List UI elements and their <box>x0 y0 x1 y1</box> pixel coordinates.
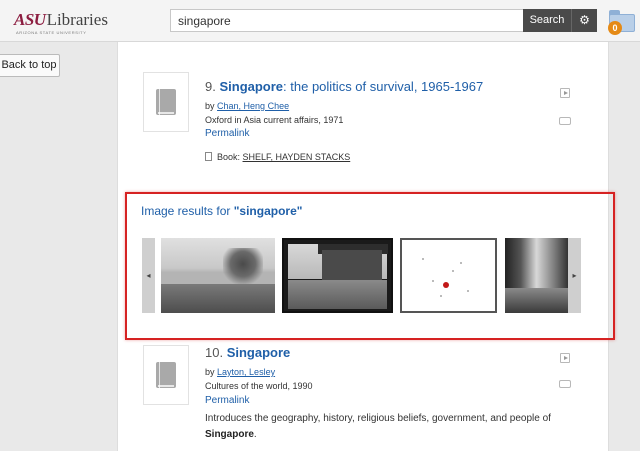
author-link[interactable]: Chan, Heng Chee <box>217 101 289 111</box>
result-author-line: by Layton, Lesley <box>205 367 275 377</box>
thumb-street <box>505 288 568 313</box>
author-link[interactable]: Layton, Lesley <box>217 367 275 377</box>
image-thumbnail-1[interactable] <box>161 238 275 313</box>
book-thumbnail[interactable] <box>143 72 189 132</box>
thumb-point <box>432 280 434 282</box>
thumb-point <box>422 258 424 260</box>
search-input[interactable]: singapore <box>170 9 524 32</box>
image-thumbnail-3[interactable] <box>400 238 497 313</box>
image-thumbnail-4[interactable] <box>505 238 568 313</box>
permalink-link[interactable]: Permalink <box>205 128 249 139</box>
book-small-icon <box>205 152 212 161</box>
logo-subtitle: ARIZONA STATE UNIVERSITY <box>16 30 87 35</box>
header-bar: ASULibraries ARIZONA STATE UNIVERSITY si… <box>0 0 640 42</box>
thumb-trees <box>223 248 263 288</box>
by-label: by <box>205 101 215 111</box>
book-thumbnail[interactable] <box>143 345 189 405</box>
result-title[interactable]: 10. Singapore <box>205 345 290 360</box>
logo-libraries-text: Libraries <box>46 10 108 29</box>
description-bold: Singapore <box>205 429 254 440</box>
thumb-point <box>440 295 442 297</box>
result-title-bold[interactable]: Singapore <box>227 345 291 360</box>
result-number: 9. <box>205 79 216 94</box>
thumb-house <box>322 250 382 280</box>
book-icon <box>156 89 176 115</box>
result-publication: Cultures of the world, 1990 <box>205 381 313 391</box>
carousel-next-arrow[interactable]: ▸ <box>568 238 581 313</box>
image-results-heading: Image results for "singapore" <box>141 204 302 218</box>
holding-info: Book: SHELF, HAYDEN STACKS <box>205 152 350 162</box>
holding-type: Book: <box>217 152 241 162</box>
link-icon[interactable] <box>559 117 571 125</box>
image-thumbnail-2[interactable] <box>282 238 393 313</box>
result-number: 10. <box>205 345 224 360</box>
thumb-point <box>467 290 469 292</box>
thumb-point <box>452 270 454 272</box>
book-icon <box>156 362 176 388</box>
result-author-line: by Chan, Heng Chee <box>205 101 289 111</box>
by-label: by <box>205 367 215 377</box>
description-end: . <box>253 429 257 440</box>
thumb-water <box>288 280 387 309</box>
carousel-prev-arrow[interactable]: ◂ <box>142 238 155 313</box>
asu-libraries-logo[interactable]: ASULibraries ARIZONA STATE UNIVERSITY <box>14 10 108 35</box>
result-description: Introduces the geography, history, relig… <box>205 411 555 443</box>
result-title[interactable]: 9. Singapore: the politics of survival, … <box>205 79 483 94</box>
preview-icon[interactable] <box>560 353 570 363</box>
thumb-red-dot <box>443 282 449 288</box>
result-publication: Oxford in Asia current affairs, 1971 <box>205 115 344 125</box>
folder-count-badge: 0 <box>608 21 622 35</box>
result-title-bold[interactable]: Singapore <box>219 79 283 94</box>
preview-icon[interactable] <box>560 88 570 98</box>
holding-location-link[interactable]: SHELF, HAYDEN STACKS <box>243 152 351 162</box>
permalink-link[interactable]: Permalink <box>205 395 249 406</box>
description-text: Introduces the geography, history, relig… <box>205 413 551 424</box>
image-results-prefix: Image results for <box>141 204 231 218</box>
image-results-panel: Image results for "singapore" ◂ ▸ <box>125 192 615 340</box>
logo-asu-text: ASU <box>14 10 46 29</box>
thumb-shore <box>161 284 275 313</box>
back-to-top-button[interactable]: Back to top <box>0 54 60 77</box>
link-icon[interactable] <box>559 380 571 388</box>
image-results-query: "singapore" <box>233 204 303 218</box>
thumb-point <box>460 262 462 264</box>
gear-icon[interactable]: ⚙ <box>571 9 597 32</box>
result-title-rest[interactable]: : the politics of survival, 1965-1967 <box>283 79 483 94</box>
search-button[interactable]: Search <box>523 9 571 32</box>
